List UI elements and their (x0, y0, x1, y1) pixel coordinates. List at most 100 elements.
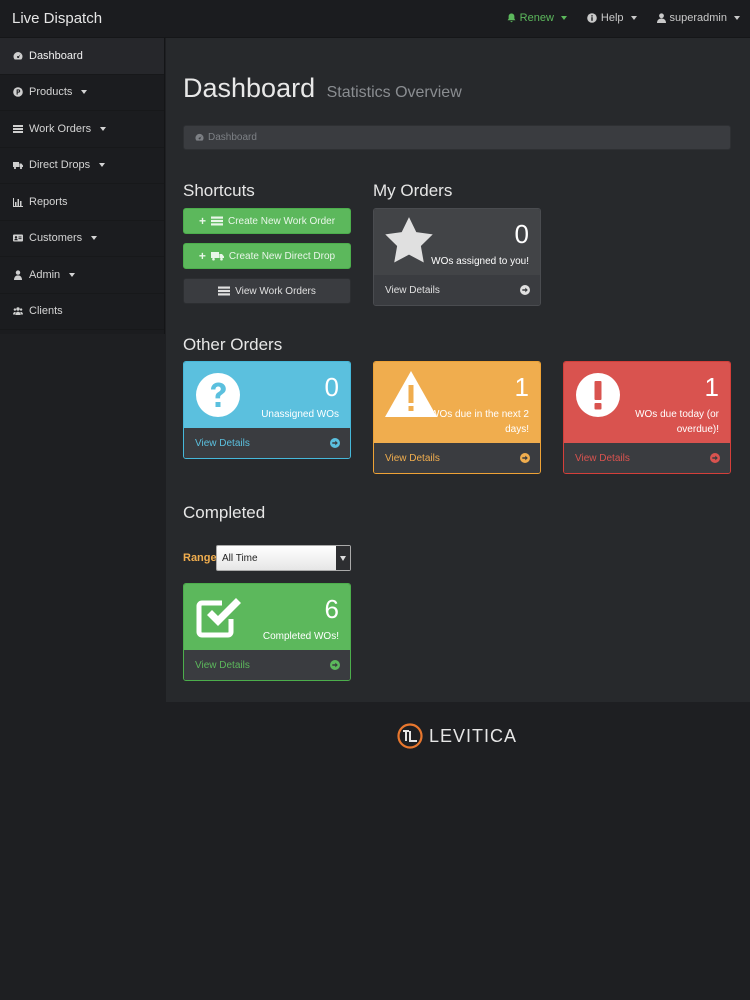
list-icon (210, 216, 223, 226)
sidebar-item-customers[interactable]: Customers (0, 221, 164, 257)
dashboard-gauge-icon (195, 133, 204, 141)
help-label: Help (600, 12, 624, 24)
sidebar-item-work-orders[interactable]: Work Orders (0, 111, 164, 148)
sidebar-item-dashboard[interactable]: Dashboard (0, 38, 164, 75)
sidebar-item-label: Products (29, 86, 73, 99)
arrow-circle-right-icon (520, 285, 530, 295)
app-title[interactable]: Live Dispatch (12, 10, 102, 27)
other-orders-heading: Other Orders (183, 335, 283, 354)
question-circle-icon (196, 373, 240, 417)
dashboard-gauge-icon (13, 51, 23, 60)
sidebar-item-reports[interactable]: Reports (0, 184, 164, 221)
bar-chart-icon (13, 197, 23, 207)
view-details-label: View Details (195, 437, 250, 449)
create-work-order-label: Create New Work Order (227, 215, 336, 227)
select-arrow-icon (336, 546, 350, 570)
due-today-label: WOs due today (or overdue)! (635, 407, 719, 437)
sidebar-item-direct-drops[interactable]: Direct Drops (0, 148, 164, 184)
unassigned-orders-panel: 0 Unassigned WOs View Details (183, 361, 351, 459)
view-work-orders-label: View Work Orders (235, 285, 316, 297)
exclamation-circle-icon (576, 373, 620, 417)
help-menu[interactable]: Help (587, 12, 637, 24)
plus-icon: + (198, 214, 206, 228)
completed-label: Completed WOs! (262, 631, 339, 642)
levitica-logo-icon (397, 723, 423, 749)
create-direct-drop-label: Create New Direct Drop (228, 250, 336, 262)
view-details-link[interactable]: View Details (184, 428, 350, 458)
arrow-circle-right-icon (710, 453, 720, 463)
chevron-down-icon (99, 163, 106, 168)
view-details-label: View Details (575, 452, 630, 464)
panel-heading: 0 WOs assigned to you! (374, 209, 540, 275)
sidebar-item-label: Admin (29, 268, 61, 281)
due-soon-label: WOs due in the next 2 days! (430, 407, 529, 437)
chevron-down-icon (560, 16, 567, 20)
create-work-order-button[interactable]: + Create New Work Order (183, 208, 351, 234)
completed-heading: Completed (183, 503, 266, 522)
list-icon (13, 124, 23, 133)
view-details-link[interactable]: View Details (564, 443, 730, 473)
chevron-down-icon (734, 16, 740, 20)
info-circle-icon (587, 13, 597, 23)
renew-menu[interactable]: Renew (507, 12, 567, 24)
view-details-link[interactable]: View Details (374, 275, 540, 305)
page-subtitle: Statistics Overview (326, 84, 462, 101)
view-details-link[interactable]: View Details (374, 443, 540, 473)
plus-icon: + (198, 249, 206, 263)
truck-icon (13, 162, 23, 170)
sidebar-item-label: Work Orders (29, 122, 92, 135)
main-content: Dashboard Statistics Overview Dashboard … (166, 38, 750, 702)
user-menu[interactable]: superadmin (656, 12, 740, 24)
breadcrumb-item[interactable]: Dashboard (208, 132, 257, 143)
assigned-count: 0 (514, 219, 529, 249)
shortcuts-heading: Shortcuts (183, 181, 255, 200)
range-selected-value: All Time (222, 552, 258, 564)
panel-heading: 6 Completed WOs! (184, 584, 350, 650)
sidebar-item-label: Customers (29, 232, 83, 245)
assigned-orders-panel: 0 WOs assigned to you! View Details (373, 208, 541, 306)
users-group-icon (13, 307, 23, 316)
arrow-circle-right-icon (330, 438, 340, 448)
view-details-label: View Details (385, 284, 440, 296)
top-navbar: Live Dispatch Renew Help superadmin (0, 0, 750, 38)
renew-label: Renew (519, 12, 554, 24)
due-today-label-line2: overdue)! (676, 424, 719, 435)
admin-user-icon (14, 270, 22, 280)
create-direct-drop-button[interactable]: + Create New Direct Drop (183, 243, 351, 269)
sidebar-item-label: Reports (29, 195, 68, 208)
bell-icon (507, 13, 516, 23)
logo-text: LEVITICA (429, 725, 518, 746)
view-details-label: View Details (195, 659, 250, 671)
unassigned-label: Unassigned WOs (261, 409, 339, 420)
due-today-count: 1 (704, 372, 719, 402)
check-square-icon (196, 598, 241, 638)
due-soon-orders-panel: 1 WOs due in the next 2 days! View Detai… (373, 361, 541, 474)
sidebar-item-label: Direct Drops (29, 159, 91, 172)
chevron-down-icon (100, 126, 107, 131)
list-icon (218, 286, 231, 296)
sidebar-item-products[interactable]: Products (0, 75, 164, 111)
sidebar-item-label: Dashboard (29, 49, 83, 62)
due-today-label-line1: WOs due today (or (635, 409, 719, 420)
sidebar-item-label: Clients (29, 305, 63, 318)
id-card-icon (13, 234, 23, 242)
sidebar-item-admin[interactable]: Admin (0, 257, 164, 294)
view-details-link[interactable]: View Details (184, 650, 350, 680)
due-today-orders-panel: 1 WOs due today (or overdue)! View Detai… (563, 361, 731, 474)
top-nav: Renew Help superadmin (507, 12, 740, 24)
view-work-orders-button[interactable]: View Work Orders (183, 278, 351, 304)
completed-count: 6 (324, 594, 339, 624)
panel-heading: 1 WOs due in the next 2 days! (374, 362, 540, 443)
sidebar-item-clients[interactable]: Clients (0, 294, 164, 330)
my-orders-heading: My Orders (373, 181, 453, 200)
user-icon (656, 13, 666, 23)
panel-heading: 1 WOs due today (or overdue)! (564, 362, 730, 443)
sidebar: Dashboard Products Work Orders Direct Dr… (0, 38, 165, 334)
range-select[interactable]: All Time (216, 545, 351, 571)
range-label: Range (183, 552, 217, 564)
panel-heading: 0 Unassigned WOs (184, 362, 350, 428)
breadcrumb: Dashboard (183, 125, 731, 150)
completed-orders-panel: 6 Completed WOs! View Details (183, 583, 351, 681)
page-title-text: Dashboard (183, 73, 316, 103)
view-details-label: View Details (385, 452, 440, 464)
